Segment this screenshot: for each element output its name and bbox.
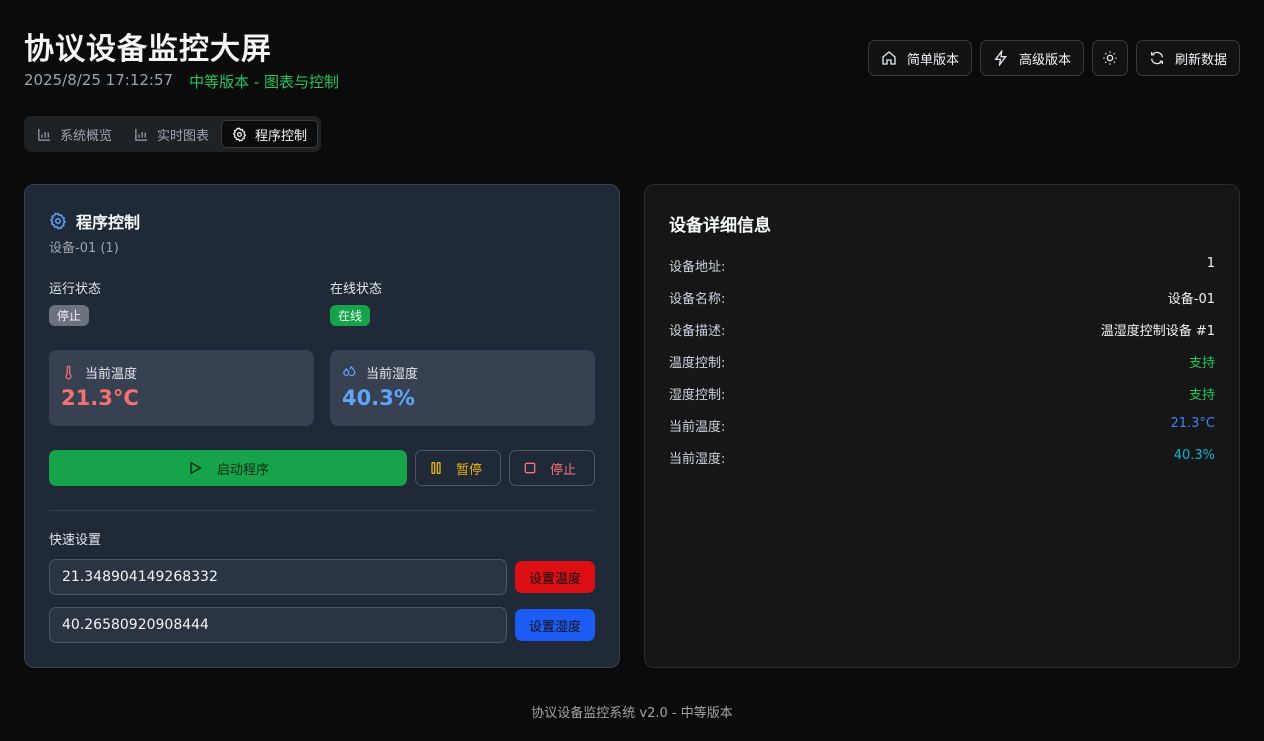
simple-version-button[interactable]: 简单版本 xyxy=(867,40,972,76)
panel-title: 程序控制 xyxy=(76,213,141,232)
header-subline: 2025/8/25 17:12:57 中等版本 - 图表与控制 xyxy=(24,71,339,92)
run-status-badge: 停止 xyxy=(49,305,90,326)
advanced-version-button[interactable]: 高级版本 xyxy=(979,40,1084,76)
device-details-panel: 设备详细信息 设备地址: 1 设备名称: 设备-01 设备描述: 温湿度控制设备… xyxy=(644,184,1240,668)
advanced-version-label: 高级版本 xyxy=(1018,52,1071,68)
droplets-icon xyxy=(343,365,356,377)
datetime: 2025/8/25 17:12:57 xyxy=(24,71,174,89)
tab-bar: 系统概览 实时图表 程序控制 xyxy=(24,116,322,152)
run-status-label: 运行状态 xyxy=(49,282,102,297)
top-toolbar: 简单版本 高级版本 刷新数据 xyxy=(867,40,1240,76)
detail-key: 设备名称: xyxy=(669,292,726,307)
detail-row: 温度控制: 支持 xyxy=(669,352,1215,371)
tab-system-overview[interactable]: 系统概览 xyxy=(27,120,122,148)
thermometer-icon xyxy=(65,365,72,380)
detail-key: 当前湿度: xyxy=(669,452,726,467)
simple-version-label: 简单版本 xyxy=(906,52,959,68)
temperature-value: 21.3°C xyxy=(61,386,139,410)
detail-row: 当前湿度: 40.3% xyxy=(669,448,1215,467)
temperature-input[interactable] xyxy=(49,559,507,595)
refresh-data-label: 刷新数据 xyxy=(1174,52,1227,68)
pause-icon xyxy=(431,462,441,474)
dashboard: 协议设备监控大屏 2025/8/25 17:12:57 中等版本 - 图表与控制… xyxy=(0,0,1264,741)
tab-realtime-chart[interactable]: 实时图表 xyxy=(124,120,219,148)
detail-key: 温度控制: xyxy=(669,356,726,371)
detail-value: 温湿度控制设备 #1 xyxy=(1100,324,1215,339)
home-icon xyxy=(882,51,896,65)
start-program-button[interactable]: 启动程序 xyxy=(49,450,407,486)
detail-value: 支持 xyxy=(1188,388,1215,403)
humidity-card: 当前湿度 40.3% xyxy=(330,350,595,426)
stop-label: 停止 xyxy=(550,462,577,478)
tab-label: 程序控制 xyxy=(255,128,308,144)
bar-chart-icon xyxy=(38,128,51,141)
humidity-input[interactable] xyxy=(49,607,507,643)
stop-button[interactable]: 停止 xyxy=(509,450,595,486)
pause-button[interactable]: 暂停 xyxy=(415,450,501,486)
set-temperature-button[interactable]: 设置温度 xyxy=(515,561,595,593)
online-status-label: 在线状态 xyxy=(330,282,383,297)
temperature-label: 当前温度 xyxy=(85,367,138,382)
play-icon xyxy=(190,461,202,475)
humidity-card-header: 当前湿度 xyxy=(342,363,418,382)
bar-chart-icon xyxy=(135,128,148,141)
detail-row: 湿度控制: 支持 xyxy=(669,384,1215,403)
footer: 协议设备监控系统 v2.0 - 中等版本 xyxy=(531,706,733,721)
detail-value: 40.3% xyxy=(1173,448,1215,463)
page-title: 协议设备监控大屏 xyxy=(24,32,272,67)
tab-label: 实时图表 xyxy=(157,128,210,144)
detail-row: 设备地址: 1 xyxy=(669,256,1215,275)
start-program-label: 启动程序 xyxy=(216,462,269,478)
gear-icon xyxy=(49,212,67,230)
detail-row: 设备名称: 设备-01 xyxy=(669,288,1215,307)
stop-square-icon xyxy=(524,462,536,474)
detail-key: 设备描述: xyxy=(669,324,726,339)
theme-toggle-button[interactable] xyxy=(1091,40,1128,76)
version-note: 中等版本 - 图表与控制 xyxy=(189,73,340,91)
detail-key: 湿度控制: xyxy=(669,388,726,403)
device-subtitle: 设备-01 (1) xyxy=(49,241,119,256)
online-status-badge: 在线 xyxy=(330,305,371,326)
detail-row: 当前温度: 21.3°C xyxy=(669,416,1215,435)
temperature-card-header: 当前温度 xyxy=(61,363,137,382)
detail-value: 1 xyxy=(1206,256,1215,271)
refresh-icon xyxy=(1150,51,1163,65)
lightning-icon xyxy=(994,50,1007,66)
detail-key: 设备地址: xyxy=(669,260,726,275)
set-humidity-button[interactable]: 设置湿度 xyxy=(515,609,595,641)
tab-label: 系统概览 xyxy=(60,128,113,144)
divider xyxy=(49,510,595,511)
humidity-value: 40.3% xyxy=(342,386,415,410)
pause-label: 暂停 xyxy=(456,462,483,478)
sun-icon xyxy=(1103,51,1117,65)
program-control-panel: 程序控制 设备-01 (1) 运行状态 停止 在线状态 在线 当前温度 21.3… xyxy=(24,184,620,668)
detail-row: 设备描述: 温湿度控制设备 #1 xyxy=(669,320,1215,339)
detail-value: 21.3°C xyxy=(1170,416,1215,431)
temperature-card: 当前温度 21.3°C xyxy=(49,350,314,426)
tab-program-control[interactable]: 程序控制 xyxy=(221,120,319,148)
panel-header: 程序控制 xyxy=(49,209,140,233)
device-details-title: 设备详细信息 xyxy=(669,216,771,236)
detail-value: 设备-01 xyxy=(1167,292,1215,307)
humidity-label: 当前湿度 xyxy=(366,367,419,382)
detail-value: 支持 xyxy=(1188,356,1215,371)
refresh-data-button[interactable]: 刷新数据 xyxy=(1135,40,1240,76)
detail-key: 当前温度: xyxy=(669,420,726,435)
quick-settings-title: 快速设置 xyxy=(49,533,102,548)
gear-icon xyxy=(232,126,247,142)
